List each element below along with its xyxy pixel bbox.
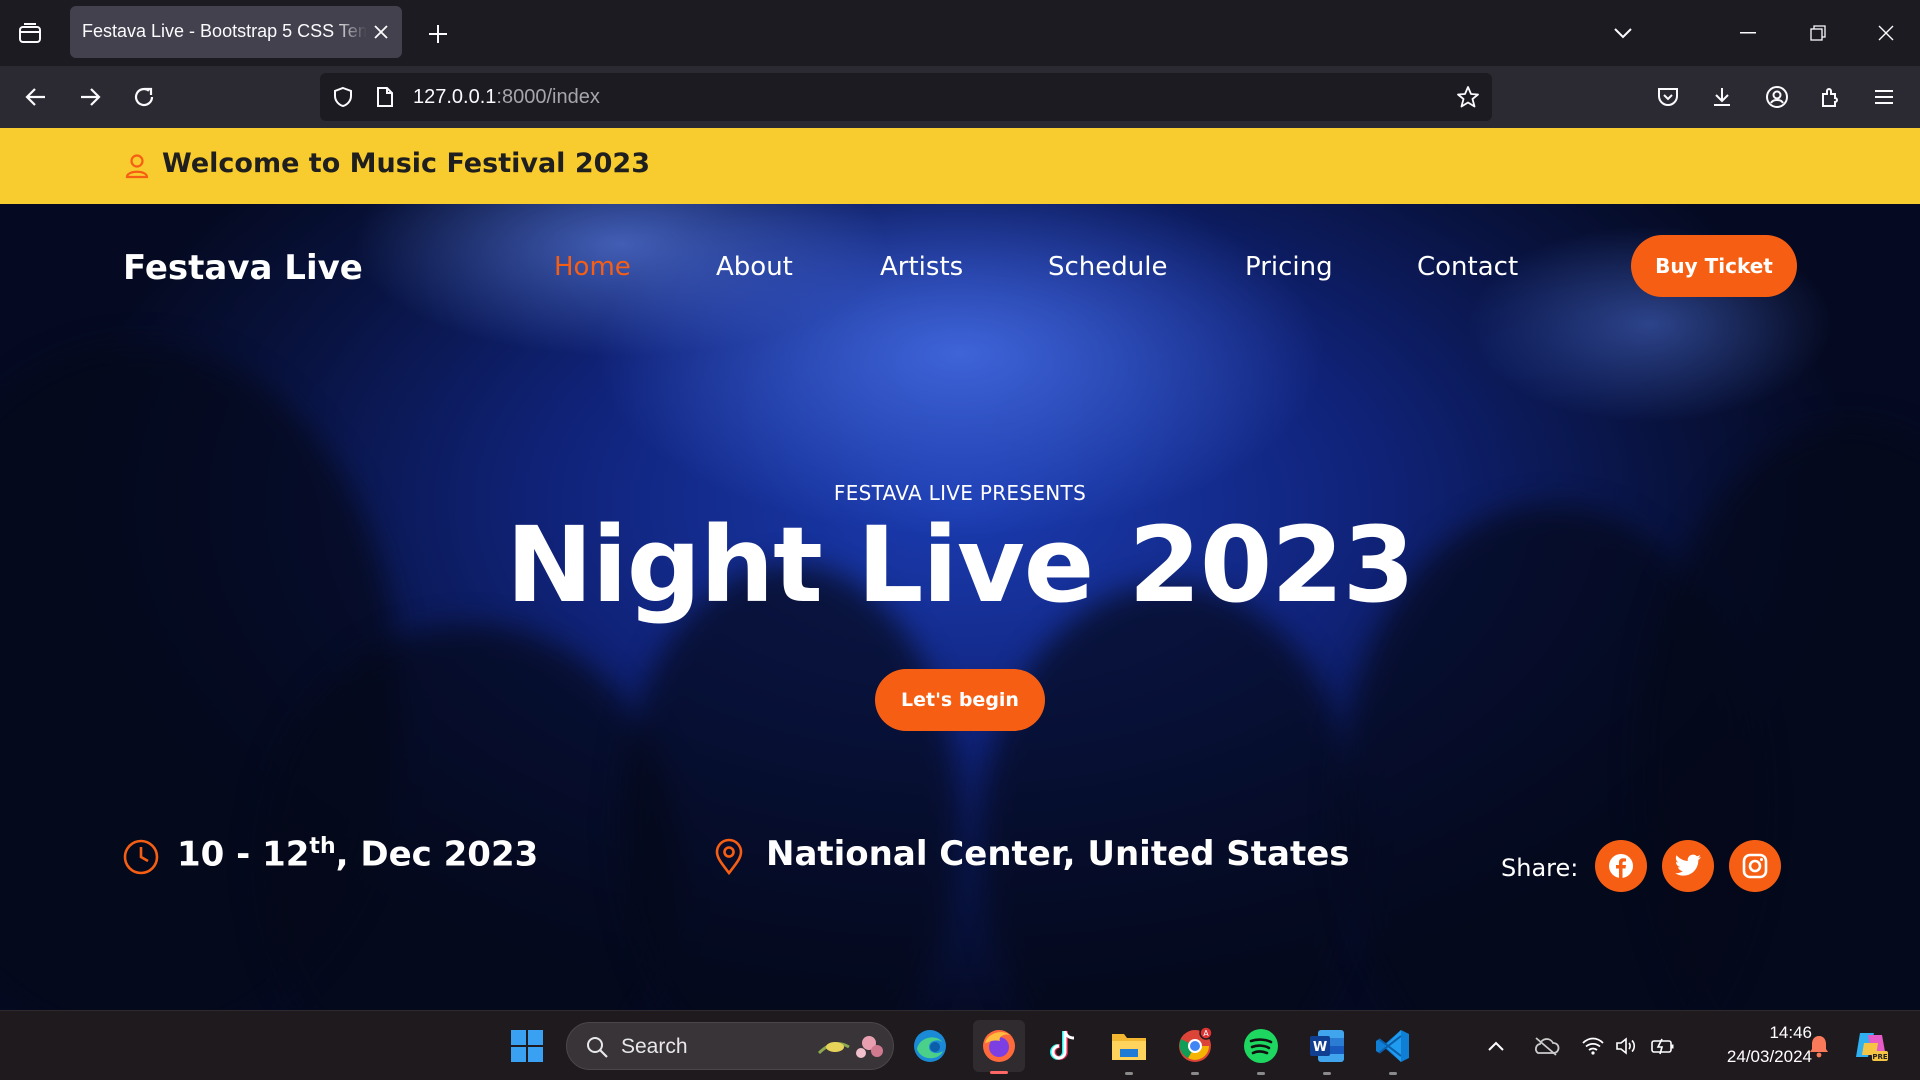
menu-hamburger-icon[interactable]: [1862, 75, 1906, 119]
chevron-up-icon[interactable]: [1483, 1033, 1509, 1059]
minimize-icon[interactable]: [1723, 10, 1773, 56]
lets-begin-button[interactable]: Let's begin: [875, 669, 1045, 731]
nav-schedule[interactable]: Schedule: [1048, 252, 1167, 282]
battery-icon[interactable]: [1650, 1033, 1676, 1059]
web-page: Welcome to Music Festival 2023 Festava L…: [0, 128, 1920, 1010]
account-icon[interactable]: [1755, 75, 1799, 119]
nav-contact[interactable]: Contact: [1417, 252, 1518, 282]
search-icon: [587, 1037, 608, 1058]
hero-title: Night Live 2023: [506, 504, 1415, 626]
hero-section: Festava Live Home About Artists Schedule…: [0, 204, 1920, 1010]
tab-title: Festava Live - Bootstrap 5 CSS Template: [82, 21, 367, 41]
forward-arrow-icon[interactable]: [68, 75, 112, 119]
firefox-icon[interactable]: [973, 1020, 1025, 1074]
nav-about[interactable]: About: [716, 252, 793, 282]
clock-time: 14:46: [1769, 1023, 1812, 1042]
notification-bell-icon[interactable]: [1806, 1033, 1832, 1059]
star-icon[interactable]: [1454, 83, 1482, 111]
taskbar-search[interactable]: Search: [566, 1022, 894, 1070]
location-pin-icon: [715, 838, 743, 876]
url-host: 127.0.0.1: [413, 86, 497, 108]
search-highlight-icon: [817, 1036, 883, 1058]
volume-icon[interactable]: [1614, 1033, 1640, 1059]
browser-tab-active[interactable]: Festava Live - Bootstrap 5 CSS Template: [70, 6, 402, 58]
instagram-icon[interactable]: [1729, 840, 1781, 892]
copilot-icon[interactable]: PRE: [1850, 1025, 1892, 1067]
search-placeholder: Search: [621, 1035, 688, 1058]
clock-icon: [123, 839, 159, 875]
tiktok-icon[interactable]: [1040, 1023, 1086, 1069]
wifi-icon[interactable]: [1580, 1033, 1606, 1059]
event-date: 10 - 12th, Dec 2023: [177, 834, 538, 874]
facebook-icon[interactable]: [1595, 840, 1647, 892]
word-icon[interactable]: W: [1304, 1023, 1350, 1075]
clock-date: 24/03/2024: [1726, 1047, 1812, 1066]
vscode-icon[interactable]: [1370, 1023, 1416, 1075]
page-icon[interactable]: [371, 83, 399, 111]
pocket-icon[interactable]: [1646, 75, 1690, 119]
event-date-main: 10 - 12: [177, 834, 310, 875]
url-path: :8000/index: [496, 86, 600, 108]
browser-nav-bar: 127.0.0.1:8000/index: [0, 66, 1920, 128]
event-location: National Center, United States: [766, 834, 1350, 874]
close-tab-icon[interactable]: [368, 19, 394, 45]
back-arrow-icon[interactable]: [14, 75, 58, 119]
file-explorer-icon[interactable]: [1106, 1023, 1152, 1075]
nav-artists[interactable]: Artists: [880, 252, 963, 282]
nav-home[interactable]: Home: [554, 252, 631, 282]
reload-icon[interactable]: [122, 75, 166, 119]
chevron-down-icon[interactable]: [1598, 10, 1648, 56]
windows-start-icon[interactable]: [504, 1023, 550, 1069]
svg-text:PRE: PRE: [1872, 1053, 1888, 1061]
shield-icon[interactable]: [329, 83, 357, 111]
edge-icon[interactable]: [907, 1023, 953, 1069]
windows-taskbar: Search A W 14:46 24/03/2024 PRE: [0, 1010, 1920, 1080]
svg-text:A: A: [1203, 1029, 1209, 1038]
tab-list-icon[interactable]: [10, 14, 50, 54]
chrome-icon[interactable]: A: [1172, 1023, 1218, 1075]
user-icon: [125, 154, 149, 179]
url-text[interactable]: 127.0.0.1:8000/index: [413, 86, 600, 109]
extensions-icon[interactable]: [1809, 75, 1853, 119]
event-date-tail: , Dec 2023: [335, 834, 539, 875]
svg-text:W: W: [1313, 1040, 1327, 1055]
nav-pricing[interactable]: Pricing: [1245, 252, 1333, 282]
share-label: Share:: [1501, 854, 1579, 882]
new-tab-icon[interactable]: [418, 14, 458, 54]
address-bar[interactable]: 127.0.0.1:8000/index: [320, 73, 1492, 121]
event-date-sup: th: [309, 834, 336, 859]
onedrive-icon[interactable]: [1531, 1033, 1561, 1059]
download-icon[interactable]: [1700, 75, 1744, 119]
brand-logo[interactable]: Festava Live: [123, 248, 363, 288]
browser-tab-bar: Festava Live - Bootstrap 5 CSS Template: [0, 0, 1920, 66]
close-window-icon[interactable]: [1861, 10, 1911, 56]
announcement-text: Welcome to Music Festival 2023: [162, 148, 650, 179]
restore-icon[interactable]: [1793, 10, 1843, 56]
announcement-bar: Welcome to Music Festival 2023: [0, 128, 1920, 204]
buy-ticket-button[interactable]: Buy Ticket: [1631, 235, 1797, 297]
twitter-icon[interactable]: [1662, 840, 1714, 892]
taskbar-clock[interactable]: 14:46 24/03/2024: [1692, 1021, 1812, 1069]
hero-subtitle: FESTAVA LIVE PRESENTS: [833, 481, 1087, 505]
spotify-icon[interactable]: [1238, 1023, 1284, 1075]
